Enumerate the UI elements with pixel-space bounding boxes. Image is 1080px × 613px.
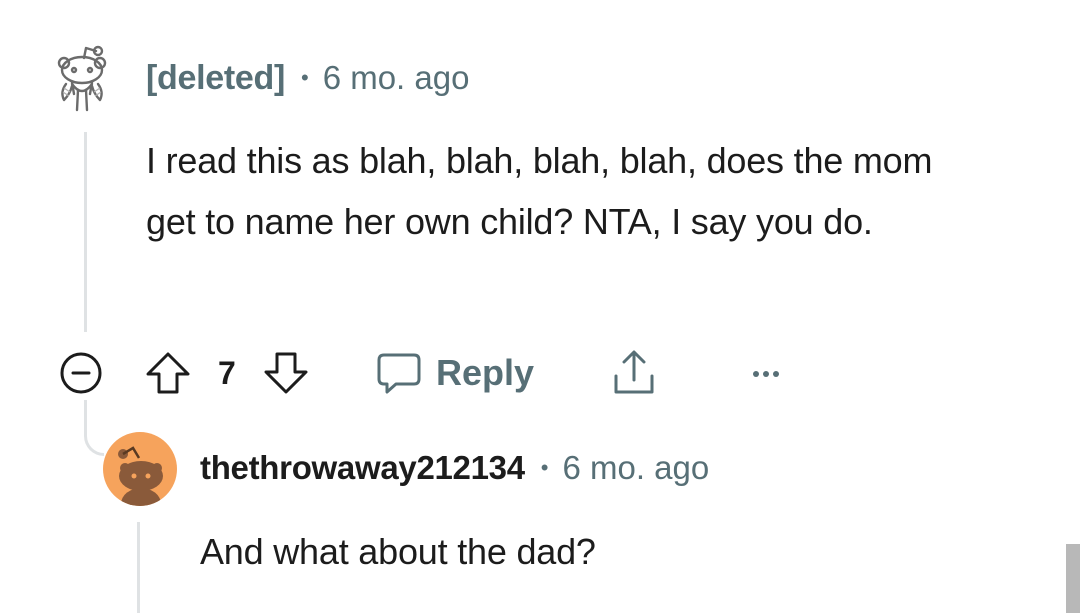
- author-name: [deleted]: [146, 58, 285, 97]
- comment-thread: [deleted] • 6 mo. ago I read this as bla…: [0, 0, 1080, 613]
- separator-dot: •: [300, 65, 309, 90]
- upvote-button[interactable]: [144, 350, 192, 396]
- downvote-button[interactable]: [262, 350, 310, 396]
- share-button[interactable]: [610, 348, 658, 398]
- snoo-deleted-icon: [50, 42, 112, 114]
- comment-body: And what about the dad?: [200, 531, 596, 572]
- vote-score: 7: [218, 354, 236, 391]
- reply-thread-line[interactable]: [137, 522, 140, 613]
- thread-connector: [84, 400, 104, 456]
- upvote-arrow-icon: [146, 352, 190, 394]
- collapse-button[interactable]: [58, 350, 104, 396]
- comment-header: [deleted] • 6 mo. ago: [146, 56, 469, 100]
- comment-actions: 7 Reply: [58, 344, 798, 402]
- timestamp[interactable]: 6 mo. ago: [323, 59, 470, 97]
- author-name[interactable]: thethrowaway212134: [200, 449, 525, 487]
- timestamp[interactable]: 6 mo. ago: [562, 449, 709, 487]
- collapse-icon: [60, 352, 102, 394]
- comment-header: thethrowaway212134 • 6 mo. ago: [200, 446, 709, 490]
- downvote-arrow-icon: [264, 352, 308, 394]
- snoo-avatar-icon[interactable]: [103, 432, 177, 506]
- scrollbar-thumb[interactable]: [1066, 544, 1080, 613]
- share-icon: [614, 350, 654, 394]
- more-dots-icon: [753, 371, 779, 377]
- comment-body: I read this as blah, blah, blah, blah, d…: [146, 140, 933, 242]
- comment-bubble-icon: [377, 353, 421, 394]
- thread-line[interactable]: [84, 132, 87, 332]
- more-options-button[interactable]: [746, 350, 786, 396]
- reply-label: Reply: [436, 352, 535, 393]
- reply-button[interactable]: Reply: [376, 346, 534, 400]
- separator-dot: •: [540, 455, 549, 480]
